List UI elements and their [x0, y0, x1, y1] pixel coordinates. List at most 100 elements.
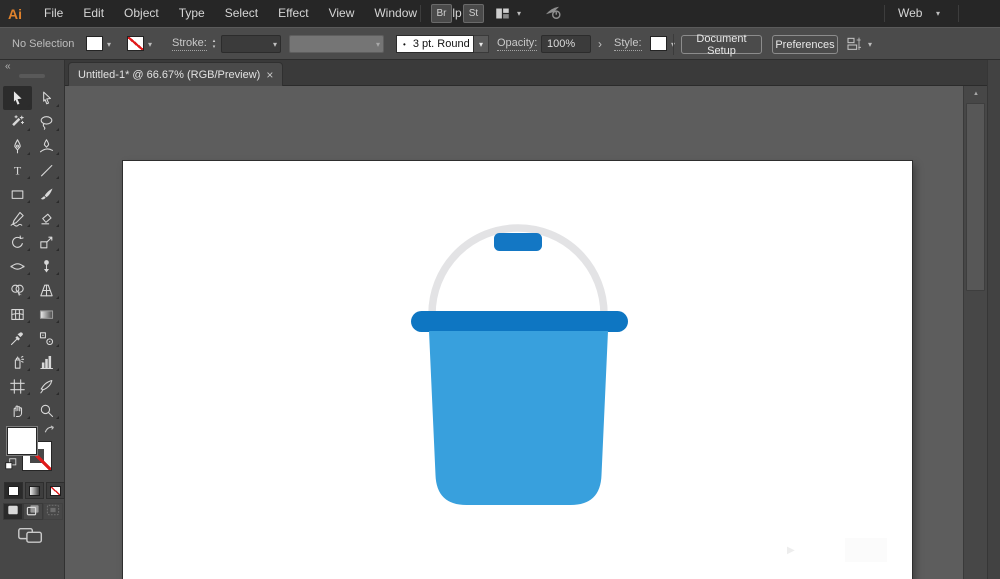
style-swatch[interactable] [650, 36, 667, 51]
menu-item-view[interactable]: View [319, 0, 365, 27]
draw-normal-icon [6, 503, 20, 521]
tool-scale[interactable] [32, 230, 61, 254]
scroll-up-icon[interactable]: ▲ [964, 86, 988, 102]
tool-symbol-sprayer[interactable] [3, 350, 32, 374]
tool-lasso[interactable] [32, 110, 61, 134]
mesh-icon [9, 306, 26, 323]
tool-rectangle[interactable] [3, 182, 32, 206]
tool-paintbrush[interactable] [32, 182, 61, 206]
eyedropper-icon [9, 330, 26, 347]
stock-button[interactable]: St [463, 4, 484, 23]
menu-item-effect[interactable]: Effect [268, 0, 318, 27]
style-label[interactable]: Style: [614, 37, 642, 51]
menu-item-type[interactable]: Type [169, 0, 215, 27]
type-icon: T [9, 162, 26, 179]
gradient-button[interactable] [25, 482, 44, 499]
tool-hand[interactable] [3, 398, 32, 422]
bucket-rim[interactable] [411, 311, 628, 332]
tool-rotate[interactable] [3, 230, 32, 254]
opacity-label[interactable]: Opacity: [497, 37, 537, 51]
stroke-weight-stepper[interactable]: ▴ ▾ [209, 35, 219, 53]
stroke-weight-select[interactable]: ▾ [221, 35, 281, 53]
bridge-button[interactable]: Br [431, 4, 452, 23]
document-setup-button[interactable]: Document Setup [681, 35, 762, 54]
menu-item-select[interactable]: Select [215, 0, 268, 27]
tools-grid: T [3, 86, 63, 422]
opacity-input[interactable]: 100% [541, 35, 591, 53]
menu-item-object[interactable]: Object [114, 0, 169, 27]
tool-mesh[interactable] [3, 302, 32, 326]
tool-curvature[interactable] [32, 134, 61, 158]
tool-pen[interactable] [3, 134, 32, 158]
menu-item-window[interactable]: Window [364, 0, 427, 27]
menu-item-file[interactable]: File [34, 0, 73, 27]
bucket-grip[interactable] [494, 233, 542, 251]
brush-definition-select[interactable]: • 3 pt. Round ▾ [396, 35, 489, 53]
panel-dock-strip [987, 60, 1000, 579]
tool-gradient[interactable] [32, 302, 61, 326]
tool-blend[interactable] [32, 326, 61, 350]
collapse-panel-button[interactable]: « [5, 61, 11, 72]
tool-line-segment[interactable] [32, 158, 61, 182]
close-icon[interactable]: × [266, 68, 273, 82]
color-button[interactable] [4, 482, 23, 499]
fill-indicator-swatch[interactable] [7, 427, 37, 455]
chevron-down-icon[interactable]: ▾ [474, 35, 489, 53]
drawing-mode-buttons [3, 503, 63, 520]
expand-options-icon[interactable]: › [598, 37, 602, 51]
align-options-icon[interactable] [845, 36, 863, 57]
panel-drag-grip[interactable] [19, 74, 45, 78]
tool-magic-wand[interactable] [3, 110, 32, 134]
tool-shaper[interactable] [3, 206, 32, 230]
draw-inside-button[interactable] [43, 503, 63, 520]
stroke-label[interactable]: Stroke: [172, 37, 207, 51]
tool-width[interactable] [3, 254, 32, 278]
draw-behind-button[interactable] [23, 503, 43, 520]
none-button[interactable] [46, 482, 65, 499]
stroke-color-swatch[interactable] [127, 36, 144, 51]
tool-eraser[interactable] [32, 206, 61, 230]
document-tab-bar: Untitled-1* @ 66.67% (RGB/Preview) × [65, 60, 987, 86]
workspace-switcher[interactable]: Web [898, 0, 922, 27]
line-segment-icon [38, 162, 55, 179]
tool-selection[interactable] [3, 86, 32, 110]
preferences-button[interactable]: Preferences [772, 35, 838, 54]
fill-color-swatch[interactable] [86, 36, 103, 51]
menu-item-edit[interactable]: Edit [73, 0, 114, 27]
tool-artboard[interactable] [3, 374, 32, 398]
chevron-down-icon[interactable]: ▾ [517, 10, 521, 18]
screen-mode-icon[interactable] [17, 526, 44, 549]
chevron-down-icon[interactable]: ▾ [936, 10, 940, 18]
tool-perspective-grid[interactable] [32, 278, 61, 302]
hand-icon [9, 402, 26, 419]
tool-zoom[interactable] [32, 398, 61, 422]
canvas-area[interactable]: ▶ [65, 86, 963, 579]
arrange-documents-icon[interactable] [493, 6, 512, 26]
tool-type[interactable]: T [3, 158, 32, 182]
tool-direct-selection[interactable] [32, 86, 61, 110]
default-fill-stroke-icon[interactable] [4, 457, 18, 476]
chevron-down-icon[interactable]: ▾ [148, 41, 152, 49]
tool-eyedropper[interactable] [3, 326, 32, 350]
scrollbar-thumb[interactable] [966, 103, 985, 291]
tool-slice[interactable] [32, 374, 61, 398]
bucket-body[interactable] [429, 331, 608, 505]
chevron-down-icon: ▾ [376, 41, 380, 49]
artboard[interactable]: ▶ [123, 161, 912, 579]
width-icon [9, 258, 26, 275]
tool-shape-builder[interactable] [3, 278, 32, 302]
document-tab[interactable]: Untitled-1* @ 66.67% (RGB/Preview) × [68, 62, 283, 86]
vertical-scrollbar[interactable]: ▲ [963, 86, 987, 579]
svg-text:T: T [14, 163, 22, 177]
stepper-down-icon[interactable]: ▾ [213, 44, 216, 50]
cs-live-icon[interactable] [543, 4, 564, 28]
variable-width-select[interactable]: ▾ [289, 35, 384, 53]
chevron-down-icon[interactable]: ▾ [107, 41, 111, 49]
tool-column-graph[interactable] [32, 350, 61, 374]
tool-puppet-warp[interactable] [32, 254, 61, 278]
scale-icon [38, 234, 55, 251]
draw-normal-button[interactable] [3, 503, 23, 520]
symbol-sprayer-icon [9, 354, 26, 371]
swap-fill-stroke-icon[interactable] [43, 423, 58, 441]
chevron-down-icon[interactable]: ▾ [868, 41, 872, 49]
